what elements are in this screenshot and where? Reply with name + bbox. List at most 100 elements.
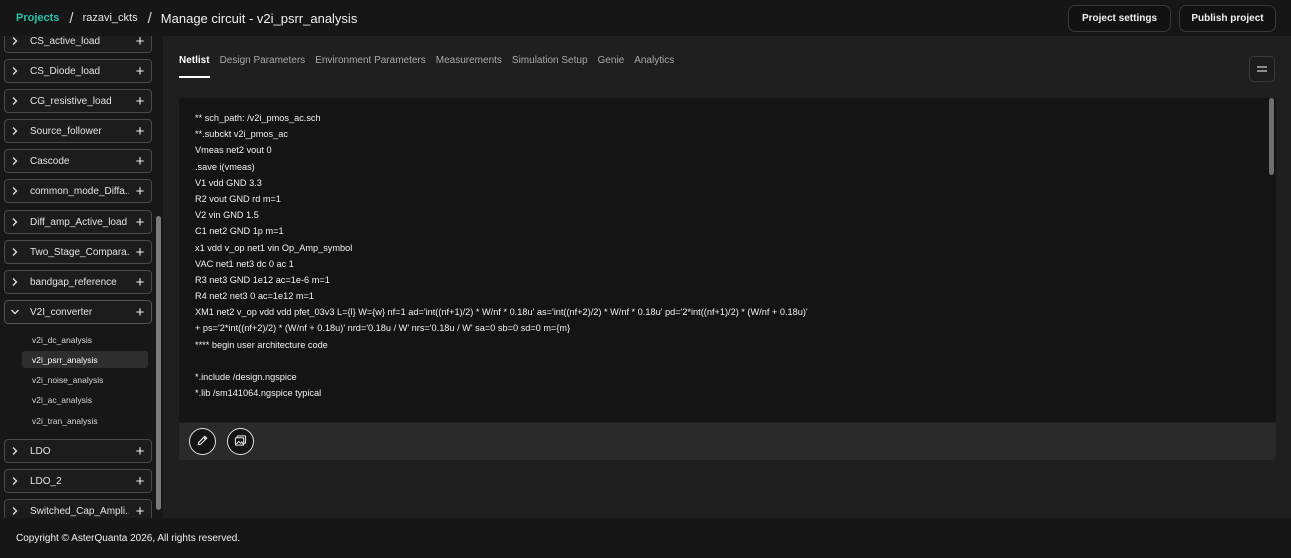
netlist-line: *.lib /sm141064.ngspice typical xyxy=(195,388,322,399)
sidebar-item-label: Cascode xyxy=(30,155,70,167)
netlist-line: .save i(vmeas) xyxy=(195,161,255,172)
sidebar-item-bandgap-reference[interactable]: bandgap_reference + xyxy=(4,270,152,294)
tab-genie[interactable]: Genie xyxy=(598,55,625,75)
sidebar-item-label: Switched_Cap_Ampli... xyxy=(30,505,129,517)
plus-icon[interactable]: + xyxy=(129,215,151,230)
tab-netlist[interactable]: Netlist xyxy=(179,55,210,78)
plus-icon[interactable]: + xyxy=(129,64,151,79)
netlist-editor[interactable]: ** sch_path: /v2i_pmos_ac.sch **.subckt v… xyxy=(179,98,1276,422)
edit-netlist-button[interactable] xyxy=(189,428,216,455)
sidebar-item-label: bandgap_reference xyxy=(30,276,117,288)
netlist-line: **** begin user architecture code xyxy=(195,339,328,350)
netlist-line xyxy=(195,353,1256,369)
top-bar: Projects / razavi_ckts / Manage circuit … xyxy=(0,0,1291,36)
main-panel: Netlist Design Parameters Environment Pa… xyxy=(163,36,1291,518)
sidebar-item-ldo-2[interactable]: LDO_2 + xyxy=(4,469,152,493)
chevron-right-icon xyxy=(5,446,25,456)
netlist-line: **.subckt v2i_pmos_ac xyxy=(195,129,288,140)
plus-icon[interactable]: + xyxy=(129,94,151,109)
netlist-line: VAC net1 net3 dc 0 ac 1 xyxy=(195,258,294,269)
chevron-down-icon xyxy=(5,307,25,317)
plus-icon[interactable]: + xyxy=(129,154,151,169)
plus-icon[interactable]: + xyxy=(129,474,151,489)
breadcrumb-projects-link[interactable]: Projects xyxy=(16,12,59,24)
plus-icon[interactable]: + xyxy=(129,504,151,519)
project-settings-button[interactable]: Project settings xyxy=(1068,5,1171,32)
tab-design-parameters[interactable]: Design Parameters xyxy=(220,55,306,75)
netlist-line: C1 net2 GND 1p m=1 xyxy=(195,226,284,237)
chevron-right-icon xyxy=(5,277,25,287)
sidebar-item-label: V2I_converter xyxy=(30,306,93,318)
sidebar-item-label: LDO_2 xyxy=(30,475,62,487)
plus-icon[interactable]: + xyxy=(129,36,151,49)
publish-project-button[interactable]: Publish project xyxy=(1179,5,1276,32)
sidebar-item-label: Two_Stage_Compara... xyxy=(30,246,129,258)
chevron-right-icon xyxy=(5,506,25,516)
sidebar: CS_active_load + CS_Diode_load + CG_resi… xyxy=(0,36,163,518)
plus-icon[interactable]: + xyxy=(129,245,151,260)
sidebar-subitem-v2i-ac-analysis[interactable]: v2i_ac_analysis xyxy=(22,391,148,408)
plus-icon[interactable]: + xyxy=(129,305,151,320)
sidebar-item-label: common_mode_Diffa... xyxy=(30,185,129,197)
netlist-line: XM1 net2 v_op vdd vdd pfet_03v3 L={l} W=… xyxy=(195,307,808,318)
sidebar-item-common-mode-diffamp[interactable]: common_mode_Diffa... + xyxy=(4,179,152,203)
sidebar-item-two-stage-comparator[interactable]: Two_Stage_Compara... + xyxy=(4,240,152,264)
tab-simulation-setup[interactable]: Simulation Setup xyxy=(512,55,588,75)
tab-environment-parameters[interactable]: Environment Parameters xyxy=(315,55,426,75)
sidebar-subitem-v2i-noise-analysis[interactable]: v2i_noise_analysis xyxy=(22,371,148,388)
pencil-icon xyxy=(196,434,209,450)
sidebar-subitem-v2i-psrr-analysis[interactable]: v2i_psrr_analysis xyxy=(22,351,148,368)
netlist-code: ** sch_path: /v2i_pmos_ac.sch **.subckt v… xyxy=(195,110,1256,401)
sidebar-item-label: LDO xyxy=(30,445,51,457)
breadcrumb-separator: / xyxy=(69,9,74,27)
netlist-line: R4 net2 net3 0 ac=1e12 m=1 xyxy=(195,291,315,302)
netlist-line: V1 vdd GND 3.3 xyxy=(195,177,262,188)
sidebar-item-cs-diode-load[interactable]: CS_Diode_load + xyxy=(4,59,152,83)
sidebar-item-cascode[interactable]: Cascode + xyxy=(4,149,152,173)
sidebar-item-cg-resistive-load[interactable]: CG_resistive_load + xyxy=(4,89,152,113)
netlist-line: Vmeas net2 vout 0 xyxy=(195,145,272,156)
chevron-right-icon xyxy=(5,66,25,76)
netlist-line: *.include /design.ngspice xyxy=(195,372,297,382)
chevron-right-icon xyxy=(5,186,25,196)
sidebar-item-label: Diff_amp_Active_load xyxy=(30,216,128,228)
plus-icon[interactable]: + xyxy=(129,275,151,290)
chevron-right-icon xyxy=(5,126,25,136)
page-title: Manage circuit - v2i_psrr_analysis xyxy=(160,10,358,26)
chevron-right-icon xyxy=(5,36,25,46)
breadcrumb-separator: / xyxy=(147,9,152,27)
plus-icon[interactable]: + xyxy=(129,184,151,199)
breadcrumb-project-link[interactable]: razavi_ckts xyxy=(83,12,138,24)
tab-measurements[interactable]: Measurements xyxy=(436,55,502,75)
chevron-right-icon xyxy=(5,96,25,106)
chevron-right-icon xyxy=(5,247,25,257)
view-schematic-button[interactable] xyxy=(227,428,254,455)
sidebar-item-source-follower[interactable]: Source_follower + xyxy=(4,119,152,143)
sidebar-item-diff-amp-active-load[interactable]: Diff_amp_Active_load + xyxy=(4,210,152,234)
sidebar-scrollbar[interactable] xyxy=(156,216,161,510)
sidebar-subitem-v2i-dc-analysis[interactable]: v2i_dc_analysis xyxy=(22,331,148,348)
sidebar-item-label: Source_follower xyxy=(30,125,102,137)
tab-bar: Netlist Design Parameters Environment Pa… xyxy=(179,55,674,78)
tab-analytics[interactable]: Analytics xyxy=(634,55,674,75)
sidebar-subitem-v2i-tran-analysis[interactable]: v2i_tran_analysis xyxy=(22,412,148,429)
copyright-text: Copyright © AsterQuanta 2026, All rights… xyxy=(16,532,241,544)
editor-scrollbar[interactable] xyxy=(1269,98,1274,175)
netlist-line: R2 vout GND rd m=1 xyxy=(195,193,282,204)
footer: Copyright © AsterQuanta 2026, All rights… xyxy=(0,518,1291,558)
menu-button[interactable] xyxy=(1249,56,1275,82)
sidebar-item-ldo[interactable]: LDO + xyxy=(4,439,152,463)
chevron-right-icon xyxy=(5,476,25,486)
sidebar-item-cs-active-load[interactable]: CS_active_load + xyxy=(4,36,152,53)
sidebar-item-label: CG_resistive_load xyxy=(30,95,112,107)
netlist-line: R3 net3 GND 1e12 ac=1e-6 m=1 xyxy=(195,274,330,285)
plus-icon[interactable]: + xyxy=(129,444,151,459)
hamburger-menu-icon xyxy=(1256,62,1268,77)
sidebar-item-label: CS_active_load xyxy=(30,36,101,47)
sidebar-item-switched-cap-amplifier[interactable]: Switched_Cap_Ampli... + xyxy=(4,499,152,518)
chevron-right-icon xyxy=(5,156,25,166)
editor-toolbar xyxy=(179,423,1276,460)
plus-icon[interactable]: + xyxy=(129,124,151,139)
chevron-right-icon xyxy=(5,217,25,227)
sidebar-item-v2i-converter[interactable]: V2I_converter + xyxy=(4,300,152,324)
